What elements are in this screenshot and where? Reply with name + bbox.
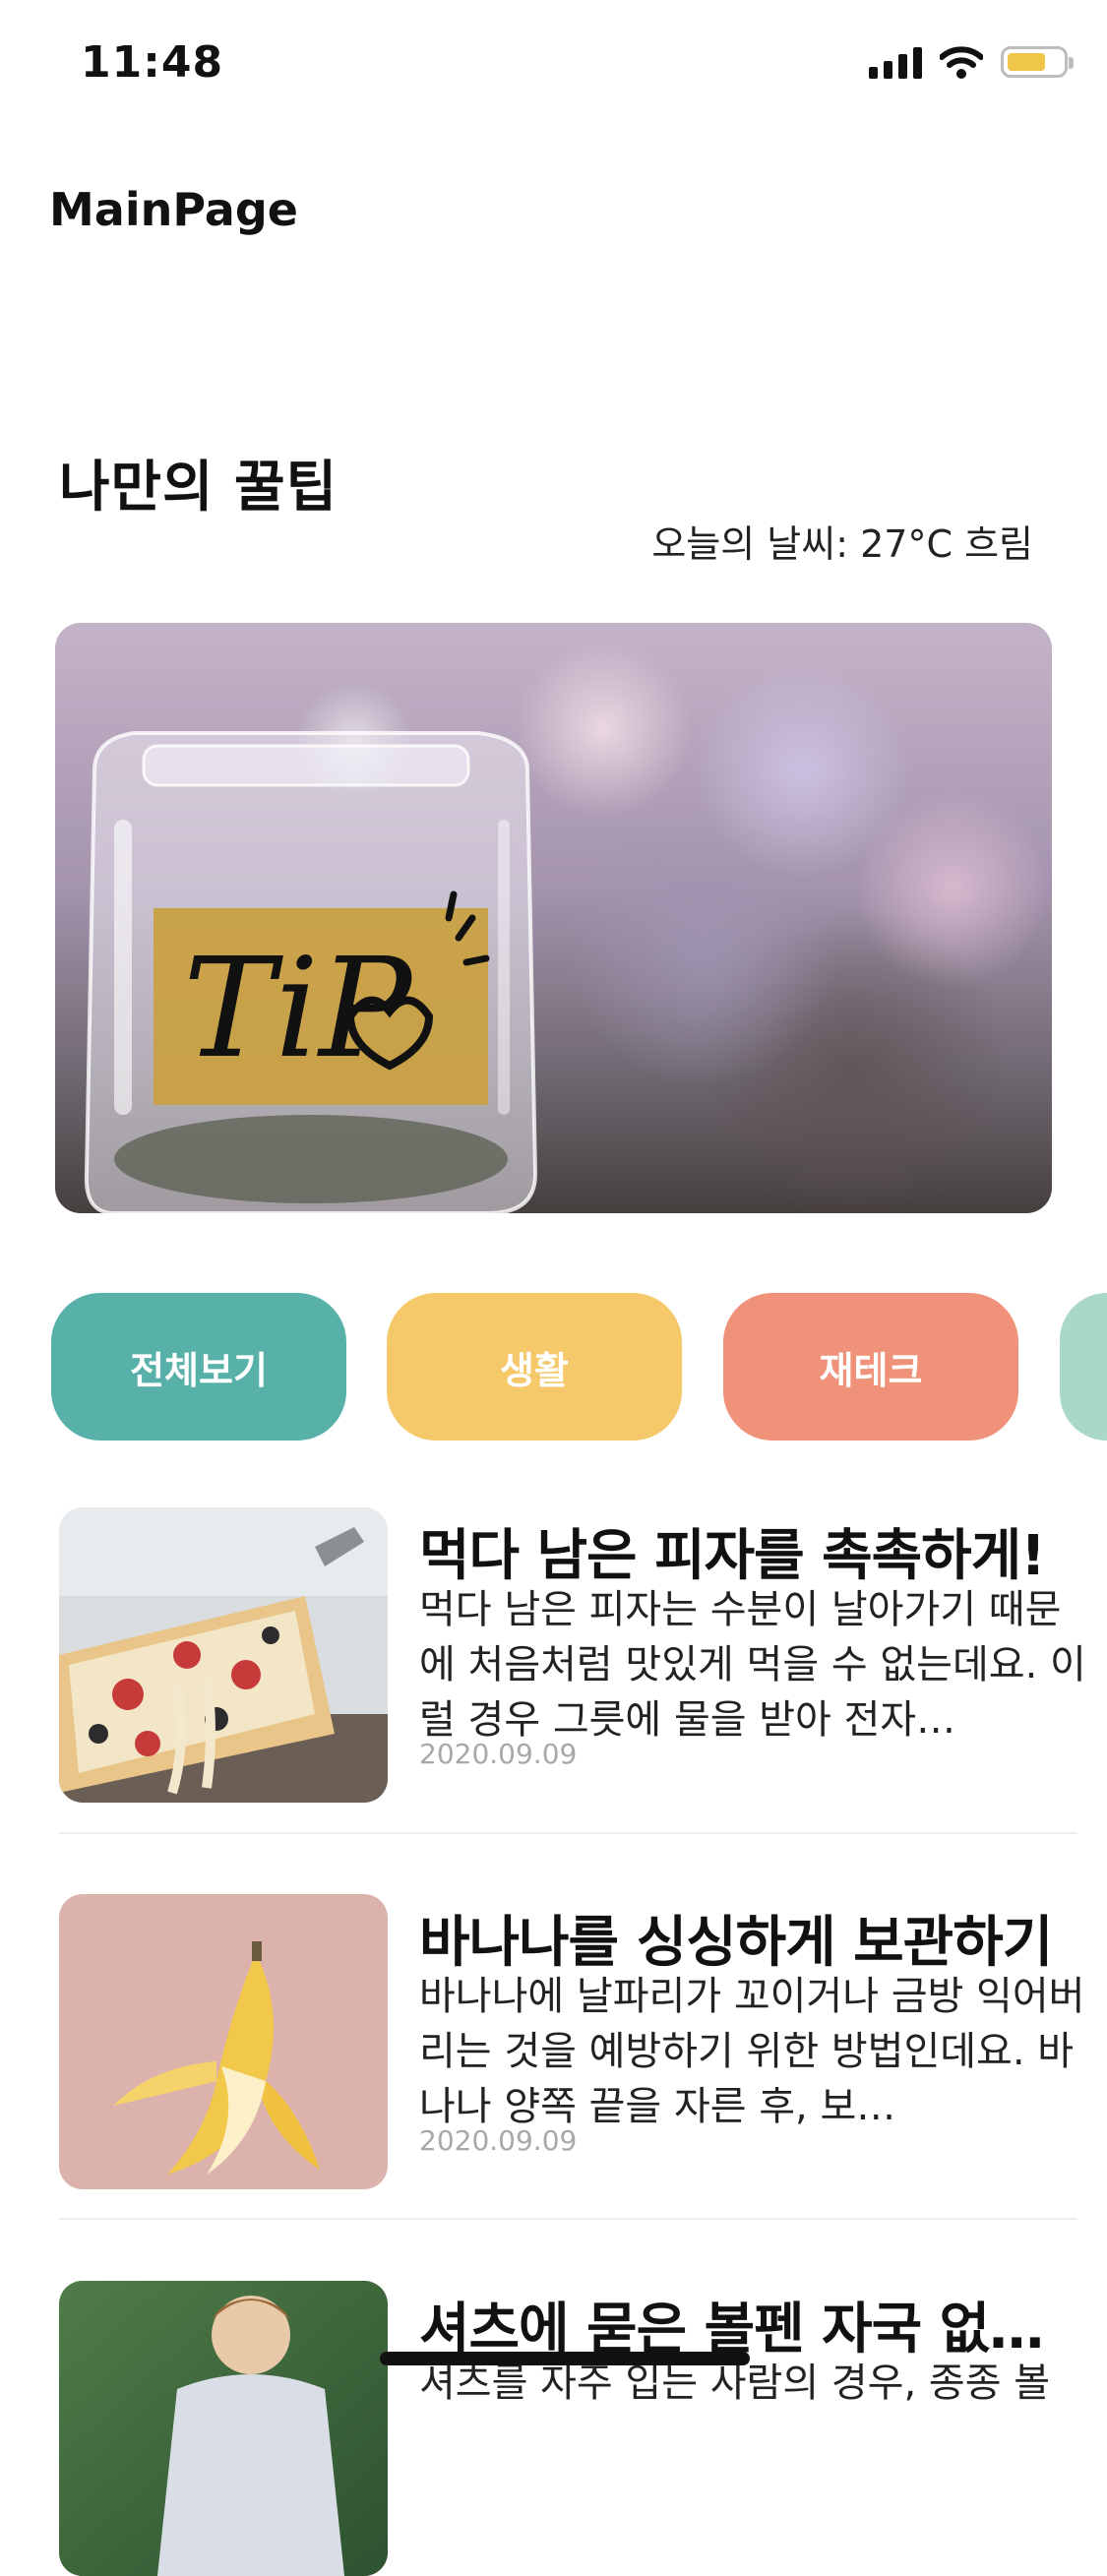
article-title: 먹다 남은 피자를 촉촉하게! [419, 1524, 1046, 1588]
tip-jar-illustration: TiP [84, 731, 538, 1213]
article-card[interactable]: 셔츠에 묻은 볼펜 자국 없… 셔츠를 자주 입는 사람의 경우, 종종 볼 [59, 2281, 1077, 2576]
category-chips: 전체보기 생활 재테크 [0, 1293, 1107, 1441]
article-description: 먹다 남은 피자는 수분이 날아가기 때문에 처음처럼 맛있게 먹을 수 없는데… [419, 1587, 1086, 1743]
cellular-signal-icon [869, 45, 922, 79]
section-title: 나만의 꿀팁 [59, 456, 338, 520]
divider [59, 1832, 1077, 1834]
article-date: 2020.09.09 [419, 2124, 578, 2157]
wifi-icon [940, 46, 983, 79]
article-thumbnail [59, 2281, 388, 2576]
svg-text:TiP: TiP [183, 929, 414, 1089]
battery-icon [1001, 46, 1074, 78]
article-thumbnail [59, 1894, 388, 2189]
article-title: 바나나를 싱싱하게 보관하기 [419, 1911, 1053, 1975]
category-chip-finance[interactable]: 재테크 [723, 1293, 1018, 1441]
divider [59, 2218, 1077, 2220]
nav-title: MainPage [49, 183, 298, 236]
status-bar: 11:48 [0, 0, 1107, 133]
category-chip-life[interactable]: 생활 [387, 1293, 682, 1441]
category-chip-partial[interactable] [1060, 1293, 1107, 1441]
article-thumbnail [59, 1507, 388, 1803]
status-time: 11:48 [81, 37, 224, 88]
article-card[interactable]: 먹다 남은 피자를 촉촉하게! 먹다 남은 피자는 수분이 날아가기 때문에 처… [59, 1507, 1086, 1803]
weather-label: 오늘의 날씨: 27°C 흐림 [651, 522, 1033, 566]
article-date: 2020.09.09 [419, 1738, 578, 1770]
category-chip-all[interactable]: 전체보기 [51, 1293, 346, 1441]
article-card[interactable]: 바나나를 싱싱하게 보관하기 바나나에 날파리가 꼬이거나 금방 익어버리는 것… [59, 1894, 1084, 2189]
status-icons [869, 45, 1074, 79]
article-description: 바나나에 날파리가 꼬이거나 금방 익어버리는 것을 예방하기 위한 방법인데요… [419, 1974, 1085, 2129]
hero-banner-image[interactable]: TiP [55, 623, 1052, 1213]
home-indicator[interactable] [380, 2352, 750, 2365]
